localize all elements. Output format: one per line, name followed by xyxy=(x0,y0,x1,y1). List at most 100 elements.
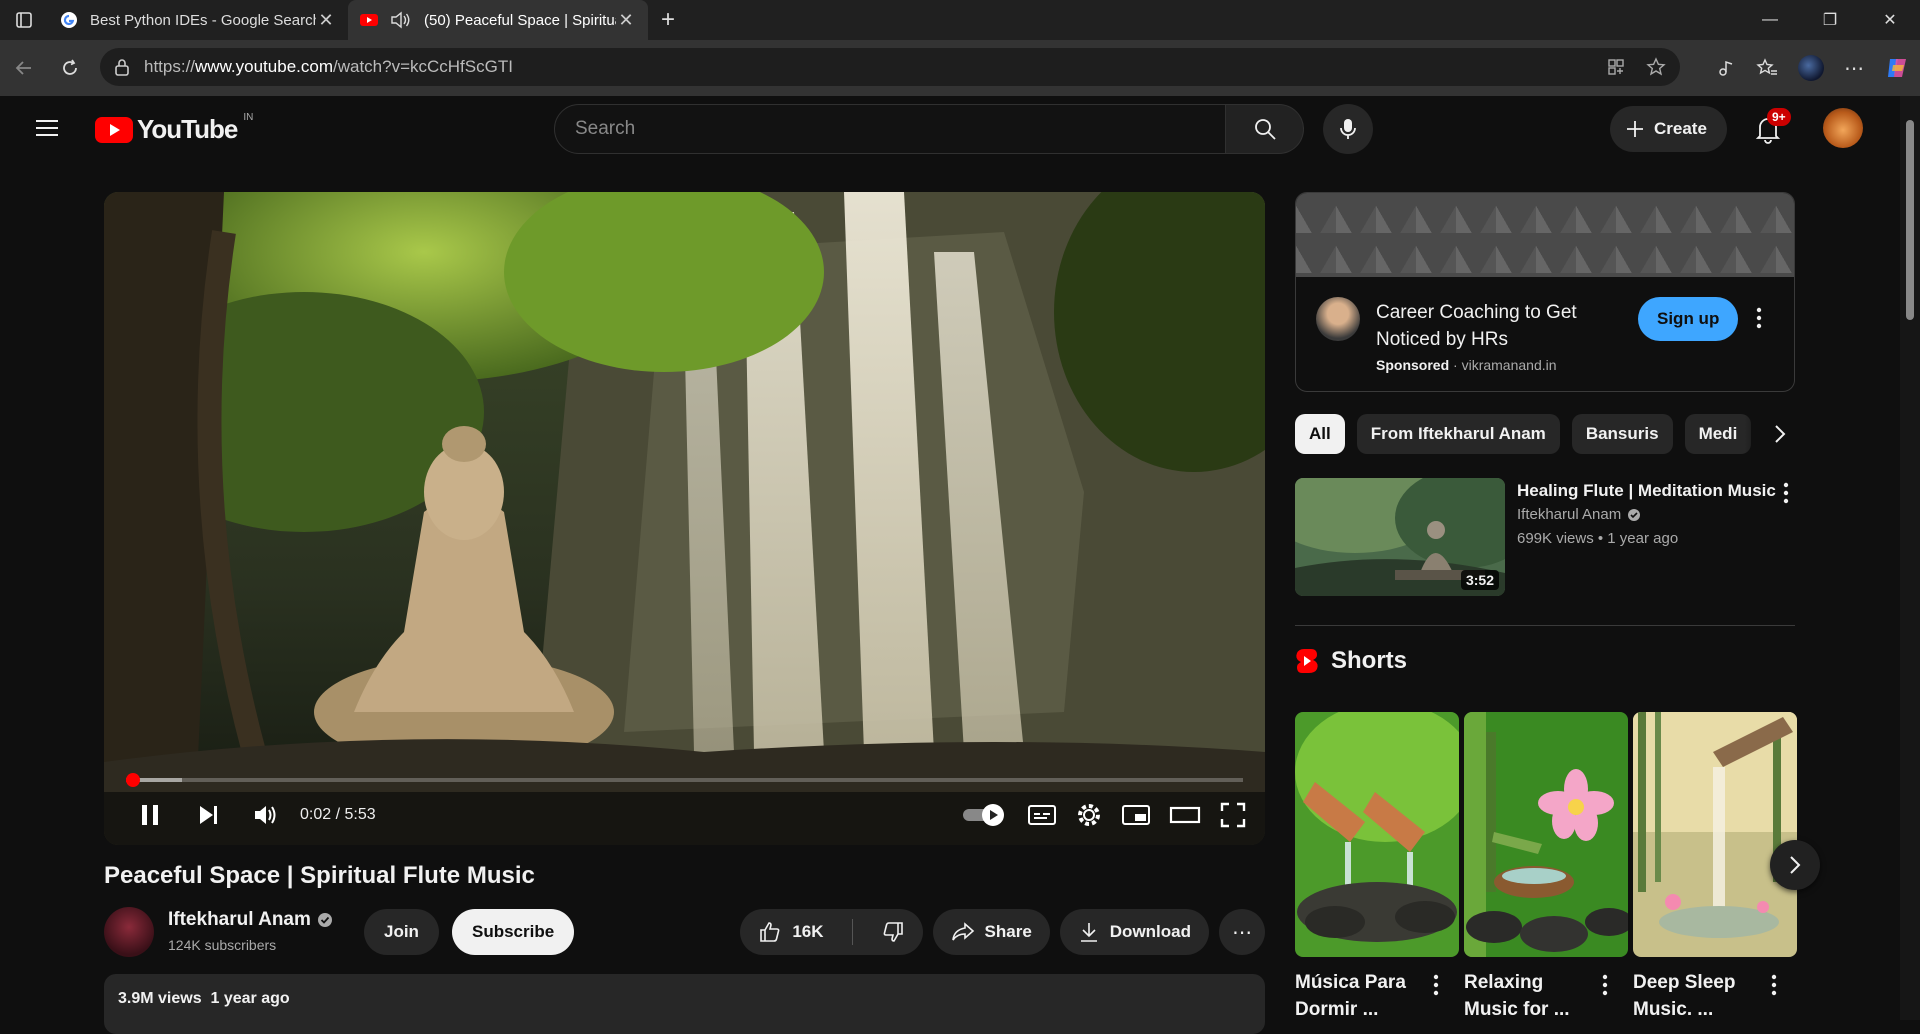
guide-menu-icon[interactable] xyxy=(33,114,61,142)
more-vertical-icon[interactable] xyxy=(1756,307,1762,329)
short-title[interactable]: Música Para Dormir ... xyxy=(1295,969,1429,1023)
chip-meditation[interactable]: Medi xyxy=(1684,414,1752,454)
page-scrollbar[interactable] xyxy=(1900,96,1920,1020)
short-thumbnail[interactable] xyxy=(1633,712,1797,957)
video-player[interactable]: 0:02 / 5:53 xyxy=(104,192,1265,845)
more-vertical-icon[interactable] xyxy=(1602,974,1608,996)
rec-thumbnail[interactable]: 3:52 xyxy=(1295,478,1505,596)
rec-channel[interactable]: Iftekharul Anam xyxy=(1517,506,1641,523)
speaker-icon[interactable] xyxy=(390,11,412,29)
logo-wordmark: YouTube xyxy=(137,114,238,144)
profile-icon[interactable] xyxy=(1798,55,1824,81)
ad-signup-button[interactable]: Sign up xyxy=(1638,297,1739,341)
refresh-button[interactable] xyxy=(48,46,92,90)
mute-button[interactable] xyxy=(246,791,286,839)
like-button[interactable]: 16K xyxy=(740,909,841,955)
ad-card[interactable]: Career Coaching to Get Noticed by HRs Sp… xyxy=(1295,192,1795,392)
short-thumbnail-image xyxy=(1464,712,1628,957)
ad-title[interactable]: Career Coaching to Get Noticed by HRs xyxy=(1376,299,1636,353)
favorites-icon[interactable] xyxy=(1756,58,1778,78)
dislike-button[interactable] xyxy=(863,909,923,955)
address-bar[interactable]: https://www.youtube.com/watch?v=kcCcHfSc… xyxy=(100,48,1680,86)
subscriber-count: 124K subscribers xyxy=(168,937,277,953)
scrubber-knob[interactable] xyxy=(125,773,140,787)
fullscreen-icon xyxy=(1220,802,1246,828)
short-thumbnail[interactable] xyxy=(1295,712,1459,957)
like-dislike-group: 16K xyxy=(740,909,923,955)
subtitles-button[interactable] xyxy=(1027,791,1057,839)
chip-bansuris[interactable]: Bansuris xyxy=(1571,414,1673,454)
join-button[interactable]: Join xyxy=(364,909,439,955)
next-icon xyxy=(200,806,217,824)
rec-channel-name: Iftekharul Anam xyxy=(1517,506,1622,523)
fullscreen-button[interactable] xyxy=(1219,791,1247,839)
channel-avatar[interactable] xyxy=(104,907,154,957)
minimize-button[interactable]: — xyxy=(1740,0,1800,40)
chips-next-button[interactable] xyxy=(1745,414,1795,454)
url-text: https://www.youtube.com/watch?v=kcCcHfSc… xyxy=(144,57,513,76)
favorite-star-icon[interactable] xyxy=(1646,57,1666,77)
verified-badge-icon xyxy=(1628,508,1641,521)
short-title[interactable]: Relaxing Music for ... xyxy=(1464,969,1598,1023)
subscribe-button[interactable]: Subscribe xyxy=(452,909,575,955)
lock-icon[interactable] xyxy=(114,58,130,76)
short-thumbnail-image xyxy=(1633,712,1797,957)
chip-all[interactable]: All xyxy=(1295,414,1345,454)
more-actions-button[interactable]: ⋯ xyxy=(1219,909,1265,955)
more-vertical-icon[interactable] xyxy=(1433,974,1439,996)
account-avatar[interactable] xyxy=(1823,108,1863,148)
tab-youtube[interactable]: (50) Peaceful Space | Spiritua ✕ xyxy=(348,0,648,40)
share-button[interactable]: Share xyxy=(932,909,1050,955)
create-button[interactable]: Create xyxy=(1610,106,1727,152)
search-input[interactable] xyxy=(554,104,1226,154)
scrollbar-thumb[interactable] xyxy=(1906,120,1914,320)
extension-icons: ⋯ xyxy=(1716,48,1910,88)
chip-from-channel[interactable]: From Iftekharul Anam xyxy=(1356,414,1560,454)
copilot-icon[interactable] xyxy=(1884,55,1910,81)
recommended-video[interactable]: 3:52 Healing Flute | Meditation Music If… xyxy=(1295,478,1795,598)
channel-name[interactable]: Iftekharul Anam xyxy=(168,909,333,931)
pause-button[interactable] xyxy=(130,791,170,839)
description-box[interactable]: 3.9M views 1 year ago xyxy=(104,974,1265,1034)
miniplayer-button[interactable] xyxy=(1121,791,1151,839)
media-control-icon[interactable] xyxy=(1716,58,1736,78)
back-button[interactable] xyxy=(2,46,46,90)
short-title[interactable]: Deep Sleep Music. ... xyxy=(1633,969,1767,1023)
restore-button[interactable]: ❐ xyxy=(1800,0,1860,40)
youtube-page: YouTube IN Create 9+ xyxy=(5,96,1885,1034)
youtube-logo[interactable]: YouTube IN xyxy=(95,112,253,145)
close-tab-icon[interactable]: ✕ xyxy=(316,10,336,31)
shorts-next-button[interactable] xyxy=(1770,840,1820,890)
tab-actions-icon xyxy=(16,12,32,28)
tab-google-search[interactable]: Best Python IDEs - Google Search ✕ xyxy=(48,0,348,40)
more-vertical-icon[interactable] xyxy=(1771,974,1777,996)
settings-button[interactable] xyxy=(1075,791,1103,839)
new-tab-button[interactable]: + xyxy=(648,0,688,40)
close-tab-icon[interactable]: ✕ xyxy=(616,10,636,31)
more-vertical-icon[interactable] xyxy=(1783,482,1789,504)
close-window-button[interactable]: ✕ xyxy=(1860,0,1920,40)
search-button[interactable] xyxy=(1226,104,1304,154)
upload-age: 1 year ago xyxy=(210,990,290,1007)
volume-icon xyxy=(255,806,276,824)
time-display: 0:02 / 5:53 xyxy=(300,806,376,823)
theater-mode-button[interactable] xyxy=(1169,791,1201,839)
pause-icon xyxy=(142,805,158,825)
tab-actions-button[interactable] xyxy=(0,0,48,40)
channel-name-text: Iftekharul Anam xyxy=(168,909,311,930)
thumbs-up-icon xyxy=(760,922,780,942)
app-available-icon[interactable] xyxy=(1606,57,1626,77)
rec-title[interactable]: Healing Flute | Meditation Music xyxy=(1517,480,1777,502)
share-icon xyxy=(951,922,974,941)
short-thumbnail[interactable] xyxy=(1464,712,1628,957)
autoplay-toggle[interactable] xyxy=(961,791,1009,839)
video-actions: 16K Share Download ⋯ xyxy=(740,909,1265,955)
voice-search-button[interactable] xyxy=(1323,104,1373,154)
next-button[interactable] xyxy=(188,791,228,839)
progress-bar[interactable] xyxy=(125,773,1243,787)
download-button[interactable]: Download xyxy=(1059,909,1209,955)
short-item[interactable]: Relaxing Music for ... xyxy=(1464,712,1628,1023)
more-menu-icon[interactable]: ⋯ xyxy=(1844,56,1864,81)
tab-title: (50) Peaceful Space | Spiritua xyxy=(424,11,616,29)
short-item[interactable]: Música Para Dormir ... xyxy=(1295,712,1459,1023)
